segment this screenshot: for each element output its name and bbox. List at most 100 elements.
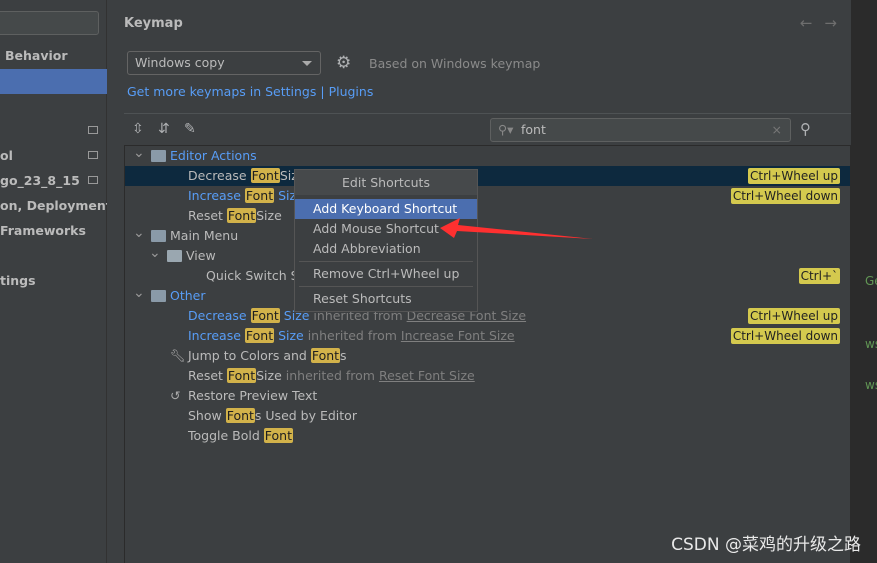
strip-text: ws <box>865 378 877 392</box>
search-match: Font <box>250 168 280 183</box>
menu-item-add-keyboard-shortcut[interactable]: Add Keyboard Shortcut <box>295 199 477 219</box>
search-match: Font <box>244 328 275 343</box>
plugins-link[interactable]: Plugins <box>329 84 374 99</box>
chevron-down-icon[interactable]: ⌄ <box>149 243 161 263</box>
action-label: Other <box>170 286 206 306</box>
tree-row[interactable]: ⌄ View <box>125 243 850 266</box>
action-label: Reset FontSize <box>188 206 282 226</box>
search-match: Font <box>250 308 280 323</box>
folder-actions-icon <box>151 150 166 162</box>
red-arrow-annotation <box>440 218 593 239</box>
editor-background-strip: Ge ws ws <box>851 0 877 563</box>
settings-search-input[interactable] <box>0 11 99 35</box>
shortcut-badge: Ctrl+Wheel down <box>730 328 840 344</box>
label-text: Increase <box>188 188 245 203</box>
menu-item-reset-shortcuts[interactable]: Reset Shortcuts <box>295 289 477 309</box>
back-arrow-icon[interactable]: ← <box>800 14 825 32</box>
sidebar-item-settings[interactable]: tings <box>0 268 107 293</box>
find-by-shortcut-icon[interactable]: ⚲ <box>800 120 811 138</box>
keymap-select-value: Windows copy <box>135 55 225 70</box>
clear-search-icon[interactable]: × <box>772 119 782 141</box>
settings-sidebar: Behavior ol go_23_8_15 on, Deployment Fr… <box>0 0 107 563</box>
action-label: Main Menu <box>170 226 238 246</box>
tree-row[interactable]: Increase Font Size Ctrl+Wheel down <box>125 186 850 206</box>
action-label: Jump to Colors and Fonts <box>188 346 347 366</box>
tree-row[interactable]: Toggle Bold Font <box>125 426 850 446</box>
label-text: View <box>186 248 216 263</box>
inherited-link[interactable]: Reset Font Size <box>379 368 475 383</box>
label-text: inherited from <box>303 328 401 343</box>
label-text: Editor Actions <box>170 148 257 163</box>
shortcut-badge: Ctrl+Wheel up <box>747 308 840 324</box>
keymap-search-input[interactable]: ⚲▾ font × <box>490 118 791 142</box>
link-separator: | <box>316 84 329 99</box>
action-label: View <box>186 246 216 266</box>
shortcut-badge: Ctrl+` <box>798 268 840 284</box>
action-label: Decrease FontSize <box>188 166 305 186</box>
project-level-icon <box>88 126 98 134</box>
action-label: Increase Font Size <box>188 186 304 206</box>
tree-row[interactable]: Reset FontSize inherited from Reset Font… <box>125 366 850 386</box>
strip-text: Ge <box>865 274 877 288</box>
tree-row[interactable]: ↺ Restore Preview Text <box>125 386 850 406</box>
sidebar-item-behavior[interactable]: Behavior <box>0 43 107 68</box>
search-match: Font <box>225 408 255 423</box>
action-label: Increase Font Size inherited from Increa… <box>188 326 515 346</box>
menu-item-remove-shortcut[interactable]: Remove Ctrl+Wheel up <box>295 264 477 284</box>
chevron-down-icon[interactable]: ⌄ <box>133 143 145 163</box>
forward-arrow-icon[interactable]: → <box>824 14 849 32</box>
expand-all-icon[interactable]: ⇳ <box>132 121 144 137</box>
gear-icon[interactable]: ⚙ <box>336 53 351 73</box>
actions-tree[interactable]: ⌄ Editor Actions Decrease FontSize Ctrl+Whe… <box>124 145 851 563</box>
get-keymaps-link[interactable]: Get more keymaps in Settings <box>127 84 316 99</box>
action-label: Show Fonts Used by Editor <box>188 406 357 426</box>
chevron-down-icon[interactable]: ⌄ <box>133 223 145 243</box>
label-text: Restore Preview Text <box>188 388 318 403</box>
label-text: Show <box>188 408 226 423</box>
tree-row[interactable]: Decrease FontSize Ctrl+Wheel up <box>125 166 850 186</box>
label-text: Jump to Colors and <box>188 348 311 363</box>
strip-text: ws <box>865 337 877 351</box>
keymap-panel: Keymap ←→ Windows copy ⚙ Based on Window… <box>108 0 877 563</box>
label-text: inherited from <box>281 368 379 383</box>
action-label: Quick Switch Sc <box>206 266 305 286</box>
label-text: Decrease <box>188 168 251 183</box>
tree-row[interactable]: ⌄ Editor Actions <box>125 143 850 166</box>
label-text: Main Menu <box>170 228 239 243</box>
menu-title: Edit Shortcuts <box>295 170 477 195</box>
shortcut-badge: Ctrl+Wheel down <box>730 188 840 204</box>
collapse-all-icon[interactable]: ⇵ <box>158 121 170 137</box>
tree-row[interactable]: ⌄ Other <box>125 283 850 306</box>
label-text: Size <box>256 368 282 383</box>
label-text: s <box>340 348 347 363</box>
search-value: font <box>521 122 546 137</box>
keymap-links: Get more keymaps in Settings | Plugins <box>127 84 373 99</box>
wrench-icon: 🔧︎ <box>170 348 186 363</box>
keymap-select[interactable]: Windows copy <box>127 51 321 75</box>
tree-row[interactable]: Increase Font Size inherited from Increa… <box>125 326 850 346</box>
sidebar-item-frameworks[interactable]: Frameworks <box>0 218 107 243</box>
action-label: Editor Actions <box>170 146 257 166</box>
tree-row[interactable]: Decrease Font Size inherited from Decrea… <box>125 306 850 326</box>
sidebar-item-deployment[interactable]: on, Deployment <box>0 193 107 218</box>
tree-row[interactable]: 🔧︎ Jump to Colors and Fonts <box>125 346 850 366</box>
search-match: Font <box>310 348 341 363</box>
search-icon: ⚲▾ <box>498 122 514 137</box>
project-level-icon <box>88 176 98 184</box>
search-match: Font <box>244 188 275 203</box>
divider <box>124 113 851 114</box>
label-text: Toggle Bold <box>188 428 264 443</box>
folder-icon <box>167 250 182 262</box>
page-title: Keymap <box>124 16 183 31</box>
label-text: Other <box>170 288 206 303</box>
shortcut-badge: Ctrl+Wheel up <box>747 168 840 184</box>
chevron-down-icon[interactable]: ⌄ <box>133 283 145 303</box>
inherited-link[interactable]: Increase Font Size <box>401 328 515 343</box>
menu-divider <box>299 261 473 262</box>
tree-row[interactable]: Show Fonts Used by Editor <box>125 406 850 426</box>
edit-pencil-icon[interactable]: ✎ <box>184 121 196 137</box>
sidebar-item-keymap[interactable] <box>0 69 107 94</box>
tree-row[interactable]: Quick Switch Sc Ctrl+` <box>125 266 850 286</box>
label-text: s Used by Editor <box>254 408 357 423</box>
action-label: Restore Preview Text <box>188 386 317 406</box>
